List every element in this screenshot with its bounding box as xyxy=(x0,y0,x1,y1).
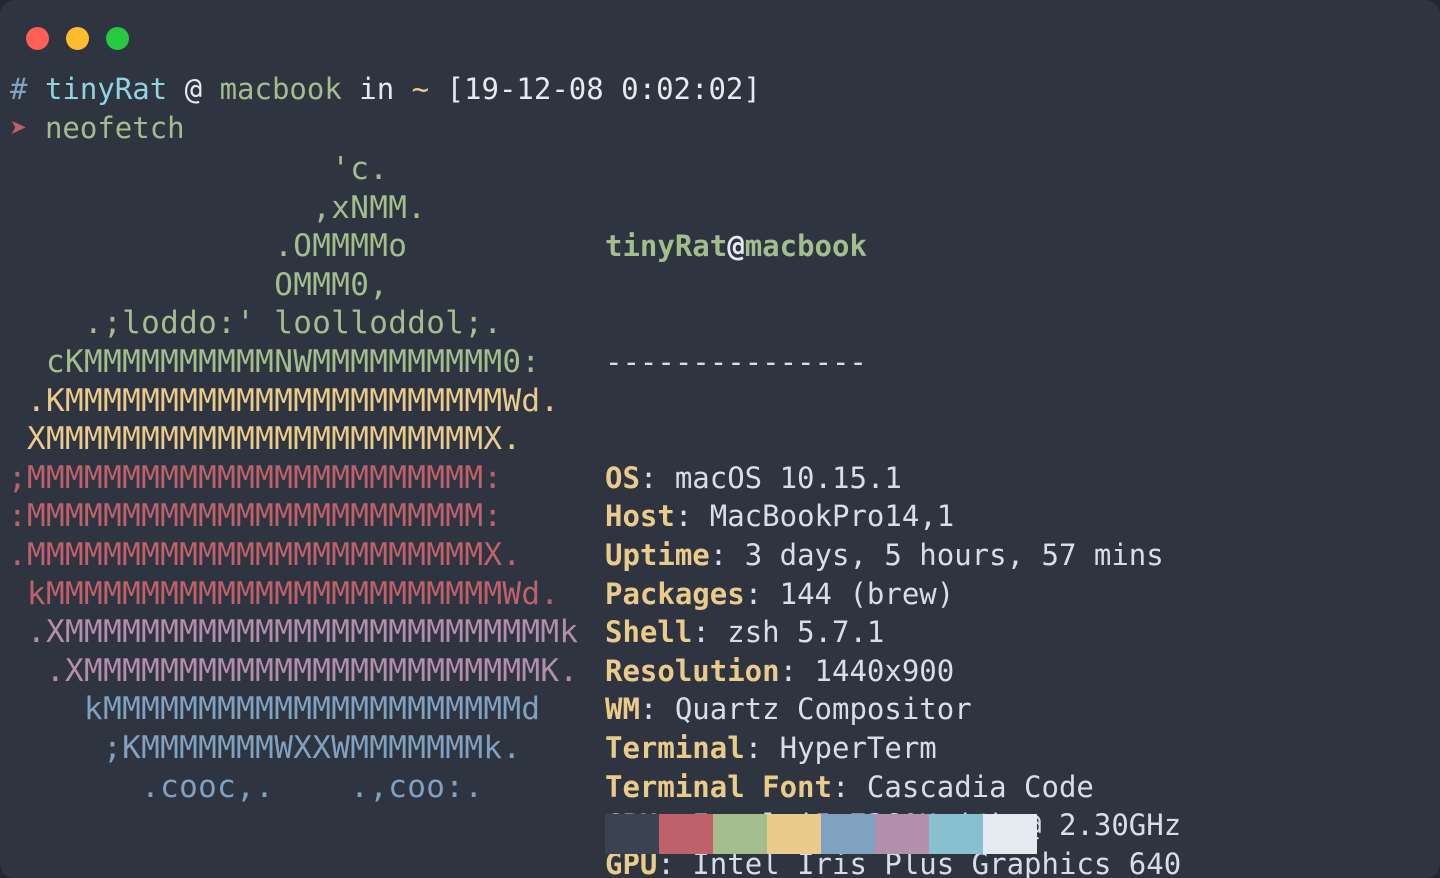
color-swatch xyxy=(875,814,929,854)
ascii-art-line: :MMMMMMMMMMMMMMMMMMMMMMMM: xyxy=(8,498,503,535)
window-titlebar[interactable] xyxy=(0,0,1440,62)
neofetch-ascii-logo: 'c. ,xNMM. .OMMMMo OMMM0, .;loddo:' lool… xyxy=(8,150,578,806)
color-swatch xyxy=(983,814,1037,854)
info-row-key: Shell xyxy=(605,615,693,650)
maximize-window-button[interactable] xyxy=(106,27,129,50)
ascii-art-line: .KMMMMMMMMMMMMMMMMMMMMMMMWd. xyxy=(8,382,560,419)
ascii-art-line: .cooc,. .,coo:. xyxy=(8,768,484,805)
info-row: OS: macOS 10.15.1 xyxy=(605,459,1181,498)
info-row: Uptime: 3 days, 5 hours, 57 mins xyxy=(605,536,1181,575)
ascii-art-line: .XMMMMMMMMMMMMMMMMMMMMMMMMMMk xyxy=(8,614,579,651)
info-title-at: @ xyxy=(727,229,745,264)
traffic-lights xyxy=(26,27,129,50)
ascii-art-line: ;KMMMMMMMWXXWMMMMMMMk. xyxy=(8,729,522,766)
info-row: Host: MacBookPro14,1 xyxy=(605,497,1181,536)
info-row-separator: : xyxy=(692,615,728,650)
info-row-key: WM xyxy=(605,692,640,727)
ascii-art-line: .XMMMMMMMMMMMMMMMMMMMMMMMMK. xyxy=(8,652,579,689)
info-row-value: 144 (brew) xyxy=(779,576,955,611)
terminal-content[interactable]: # tinyRat @ macbook in ~ [19-12-08 0:02:… xyxy=(0,62,1440,878)
prompt-username: tinyRat xyxy=(44,72,168,106)
entered-command: neofetch xyxy=(44,110,185,145)
color-swatch xyxy=(929,814,983,854)
prompt-in-word: in xyxy=(359,72,395,106)
ascii-art-line: cKMMMMMMMMMMNWMMMMMMMMMM0: xyxy=(8,343,541,380)
color-swatch xyxy=(821,814,875,854)
prompt-working-directory: ~ xyxy=(411,72,430,106)
ascii-art-line: OMMM0, xyxy=(8,266,389,303)
ascii-art-line: XMMMMMMMMMMMMMMMMMMMMMMMX. xyxy=(8,421,522,458)
info-row-separator: : xyxy=(744,730,780,765)
info-row-key: OS xyxy=(605,460,640,495)
info-title: tinyRat@macbook xyxy=(605,227,1181,266)
ascii-art-line: ;MMMMMMMMMMMMMMMMMMMMMMMM: xyxy=(8,459,503,496)
ascii-art-line: kMMMMMMMMMMMMMMMMMMMMMMMMWd. xyxy=(8,575,560,612)
prompt-timestamp: [19-12-08 0:02:02] xyxy=(446,72,761,106)
info-row-value: macOS 10.15.1 xyxy=(674,460,902,495)
info-title-host: macbook xyxy=(744,229,867,264)
ascii-art-line: kMMMMMMMMMMMMMMMMMMMMMMd xyxy=(8,691,541,728)
color-palette-swatches xyxy=(605,814,1037,854)
info-row-value: 3 days, 5 hours, 57 mins xyxy=(744,537,1164,572)
info-row-separator: : xyxy=(744,576,780,611)
ascii-art-line: .;loddo:' loolloddol;. xyxy=(8,305,503,342)
info-row-separator: : xyxy=(779,653,815,688)
shell-prompt-line: # tinyRat @ macbook in ~ [19-12-08 0:02:… xyxy=(10,70,761,109)
ascii-art-line: 'c. xyxy=(8,151,389,187)
info-row-value: Cascadia Code xyxy=(866,769,1094,804)
info-row: WM: Quartz Compositor xyxy=(605,690,1181,729)
info-row-key: Uptime xyxy=(605,537,710,572)
info-row-separator: : xyxy=(709,537,745,572)
info-row: Terminal: HyperTerm xyxy=(605,729,1181,768)
color-swatch xyxy=(605,814,659,854)
ascii-art-line: .OMMMMo xyxy=(8,228,408,265)
prompt-at-symbol: @ xyxy=(184,72,203,106)
ascii-art-line: .MMMMMMMMMMMMMMMMMMMMMMMMX. xyxy=(8,536,522,573)
info-row-separator: : xyxy=(674,499,710,534)
info-row-key: Terminal xyxy=(605,730,745,765)
info-row-value: zsh 5.7.1 xyxy=(727,615,885,650)
info-title-user: tinyRat xyxy=(605,229,728,264)
info-separator-rule: --------------- xyxy=(605,344,867,379)
color-swatch xyxy=(767,814,821,854)
prompt-hash-symbol: # xyxy=(10,72,28,106)
info-row-value: HyperTerm xyxy=(779,730,937,765)
info-row-value: Quartz Compositor xyxy=(674,692,972,727)
info-row-key: Resolution xyxy=(605,653,780,688)
info-row-separator: : xyxy=(831,769,867,804)
terminal-window: # tinyRat @ macbook in ~ [19-12-08 0:02:… xyxy=(0,0,1440,878)
info-row-key: Terminal Font xyxy=(605,769,832,804)
info-row-value: 1440x900 xyxy=(814,653,955,688)
ascii-art-line: ,xNMM. xyxy=(8,189,427,226)
info-row: Terminal Font: Cascadia Code xyxy=(605,768,1181,807)
info-row-separator: : xyxy=(639,692,675,727)
info-row-key: Host xyxy=(605,499,675,534)
info-row-key: Packages xyxy=(605,576,745,611)
neofetch-info-panel: tinyRat@macbook --------------- OS: macO… xyxy=(605,150,1181,878)
shell-command-line: ➤ neofetch xyxy=(10,109,185,148)
info-row-separator: : xyxy=(639,460,675,495)
info-row-value: MacBookPro14,1 xyxy=(709,499,955,534)
info-row: Packages: 144 (brew) xyxy=(605,575,1181,614)
info-row: Resolution: 1440x900 xyxy=(605,652,1181,691)
prompt-arrow-icon: ➤ xyxy=(10,110,28,145)
color-swatch xyxy=(713,814,767,854)
info-row: Shell: zsh 5.7.1 xyxy=(605,613,1181,652)
color-swatch xyxy=(659,814,713,854)
prompt-hostname: macbook xyxy=(219,72,342,106)
minimize-window-button[interactable] xyxy=(66,27,89,50)
close-window-button[interactable] xyxy=(26,27,49,50)
